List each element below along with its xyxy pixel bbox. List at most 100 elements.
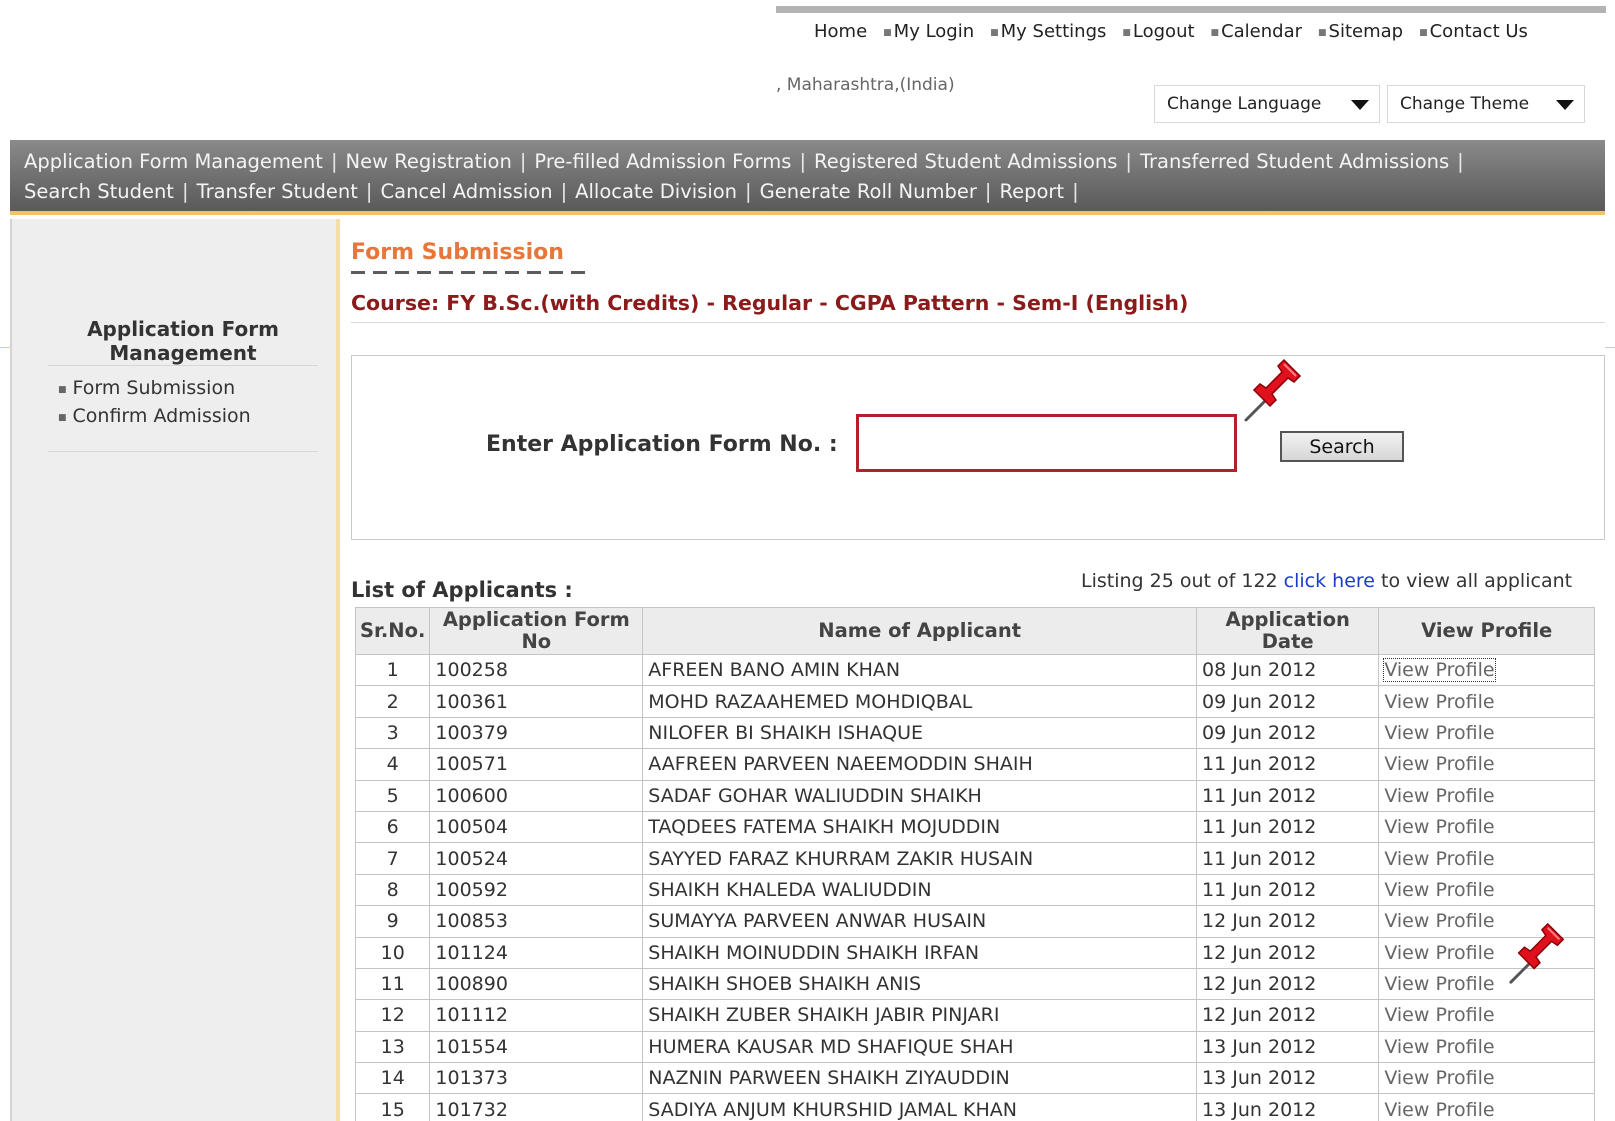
bullet-icon: ■ <box>1318 27 1327 38</box>
view-profile-label: View Profile <box>1384 1004 1495 1027</box>
application-date-cell: 13 Jun 2012 <box>1196 1093 1380 1121</box>
view-profile-label: View Profile <box>1384 816 1495 839</box>
application-date-cell: 11 Jun 2012 <box>1196 842 1380 875</box>
menu-item-new-registration[interactable]: New Registration <box>346 150 512 173</box>
menu-item-pre-filled-admission-forms[interactable]: Pre-filled Admission Forms <box>534 150 791 173</box>
search-button[interactable]: Search <box>1280 431 1404 462</box>
top-nav-home[interactable]: Home <box>814 21 867 42</box>
sidebar-link-confirm-admission[interactable]: ■ Confirm Admission <box>58 405 251 427</box>
sidebar-title-line-1: Application Form <box>87 317 279 341</box>
sr-no-cell: 11 <box>354 967 431 1001</box>
view-all-applicants-link[interactable]: click here <box>1284 570 1375 592</box>
application-form-no-label: Enter Application Form No. : <box>486 432 838 457</box>
top-nav-my-settings[interactable]: ■ My Settings <box>990 21 1106 42</box>
application-form-no-cell: 100524 <box>429 842 644 875</box>
application-date-cell: 11 Jun 2012 <box>1196 748 1380 781</box>
bullet-icon: ■ <box>58 385 67 395</box>
main-menu-bar: Application Form Management | New Registra… <box>10 140 1605 215</box>
view-profile-label: View Profile <box>1384 1067 1495 1090</box>
top-nav-calendar[interactable]: ■ Calendar <box>1211 21 1302 42</box>
view-profile-label: View Profile <box>1384 910 1495 933</box>
sidebar-title: Application Form Management <box>48 317 318 365</box>
application-form-no-cell: 101124 <box>429 936 644 969</box>
location-text: , Maharashtra,(India) <box>776 75 955 95</box>
menu-item-search-student[interactable]: Search Student <box>24 180 174 203</box>
top-nav-label: My Settings <box>1000 21 1107 42</box>
view-profile-link[interactable]: View Profile <box>1378 779 1595 812</box>
bullet-icon: ■ <box>58 413 67 423</box>
top-nav-label: Contact Us <box>1429 21 1528 42</box>
column-header: View Profile <box>1378 607 1595 655</box>
application-date-cell: 12 Jun 2012 <box>1196 999 1380 1032</box>
bullet-icon: ■ <box>883 27 892 38</box>
application-date-cell: 11 Jun 2012 <box>1196 779 1380 812</box>
menu-separator: | <box>984 179 992 203</box>
menu-item-report[interactable]: Report <box>999 180 1064 203</box>
application-form-no-cell: 100890 <box>429 967 644 1001</box>
view-profile-link[interactable]: View Profile <box>1378 810 1595 844</box>
application-form-no-cell: 100571 <box>429 748 644 781</box>
view-profile-link[interactable]: View Profile <box>1378 999 1595 1032</box>
view-profile-link[interactable]: View Profile <box>1378 748 1595 781</box>
application-date-cell: 11 Jun 2012 <box>1196 810 1380 844</box>
view-profile-label: View Profile <box>1384 847 1495 870</box>
application-form-no-cell: 100600 <box>429 779 644 812</box>
menu-item-transfer-student[interactable]: Transfer Student <box>197 180 358 203</box>
top-nav-contact-us[interactable]: ■ Contact Us <box>1419 21 1528 42</box>
table-row: 12 101112 SHAIKH ZUBER SHAIKH JABIR PINJAR… <box>354 999 1595 1032</box>
applicant-name-cell: SHAIKH MOINUDDIN SHAIKH IRFAN <box>642 936 1198 969</box>
application-date-cell: 12 Jun 2012 <box>1196 967 1380 1001</box>
pushpin-icon <box>1244 358 1302 422</box>
view-profile-label: View Profile <box>1384 721 1495 744</box>
view-profile-link[interactable]: View Profile <box>1378 842 1595 875</box>
change-language-label: Change Language <box>1167 94 1322 114</box>
application-form-no-cell: 101554 <box>429 1030 644 1064</box>
application-date-cell: 11 Jun 2012 <box>1196 873 1380 907</box>
menu-item-application-form-management[interactable]: Application Form Management <box>24 150 323 173</box>
applicants-table-head: Sr.No. Application Form No Name of Applica… <box>354 607 1595 655</box>
view-profile-link[interactable]: View Profile <box>1378 1062 1595 1095</box>
view-profile-link[interactable]: View Profile <box>1378 685 1595 718</box>
view-profile-link[interactable]: View Profile <box>1378 716 1595 750</box>
application-form-no-input[interactable] <box>856 414 1237 472</box>
sr-no-cell: 9 <box>354 905 431 938</box>
view-profile-link[interactable]: View Profile <box>1378 873 1595 907</box>
menu-item-cancel-admission[interactable]: Cancel Admission <box>381 180 553 203</box>
applicant-name-cell: SADIYA ANJUM KHURSHID JAMAL KHAN <box>642 1093 1198 1121</box>
dropdown-arrow-icon <box>1556 100 1574 110</box>
view-profile-label: View Profile <box>1384 973 1495 996</box>
column-header: Application Date <box>1196 607 1380 655</box>
application-date-cell: 08 Jun 2012 <box>1196 653 1380 687</box>
table-header-row: Sr.No. Application Form No Name of Applica… <box>354 607 1595 655</box>
sr-no-cell: 15 <box>354 1093 431 1121</box>
view-profile-link[interactable]: View Profile <box>1378 1030 1595 1064</box>
change-theme-select[interactable]: Change Theme <box>1387 85 1585 123</box>
application-form-no-cell: 101373 <box>429 1062 644 1095</box>
main-menu-row-2: Search Student | Transfer Student | Cancel A… <box>24 176 1591 206</box>
top-nav-my-login[interactable]: ■ My Login <box>883 21 974 42</box>
menu-item-transferred-student-admissions[interactable]: Transferred Student Admissions <box>1140 150 1449 173</box>
change-language-select[interactable]: Change Language <box>1154 85 1380 123</box>
top-nav-logout[interactable]: ■ Logout <box>1122 21 1194 42</box>
course-divider <box>351 322 1605 323</box>
sidebar-link-label: Confirm Admission <box>72 405 251 427</box>
sr-no-cell: 8 <box>354 873 431 907</box>
column-header: Application Form No <box>429 607 644 655</box>
menu-separator: | <box>799 149 807 173</box>
view-profile-label: View Profile <box>1384 784 1495 807</box>
sr-no-cell: 6 <box>354 810 431 844</box>
menu-item-generate-roll-number[interactable]: Generate Roll Number <box>760 180 977 203</box>
listing-summary: Listing 25 out of 122 click here to view… <box>1081 570 1572 592</box>
top-nav-sitemap[interactable]: ■ Sitemap <box>1318 21 1403 42</box>
view-profile-link[interactable]: View Profile <box>1378 1093 1595 1121</box>
sidebar-link-form-submission[interactable]: ■ Form Submission <box>58 377 235 399</box>
sr-no-cell: 1 <box>354 653 431 687</box>
applicant-name-cell: SUMAYYA PARVEEN ANWAR HUSAIN <box>642 905 1198 938</box>
view-profile-link[interactable]: View Profile <box>1378 653 1595 687</box>
menu-item-allocate-division[interactable]: Allocate Division <box>575 180 737 203</box>
menu-item-registered-student-admissions[interactable]: Registered Student Admissions <box>814 150 1117 173</box>
applicants-table-body: 1 100258 AFREEN BANO AMIN KHAN 08 Jun 2012 V… <box>354 653 1595 1121</box>
application-form-no-cell: 101732 <box>429 1093 644 1121</box>
application-form-no-cell: 100592 <box>429 873 644 907</box>
header-top-border <box>776 6 1606 13</box>
